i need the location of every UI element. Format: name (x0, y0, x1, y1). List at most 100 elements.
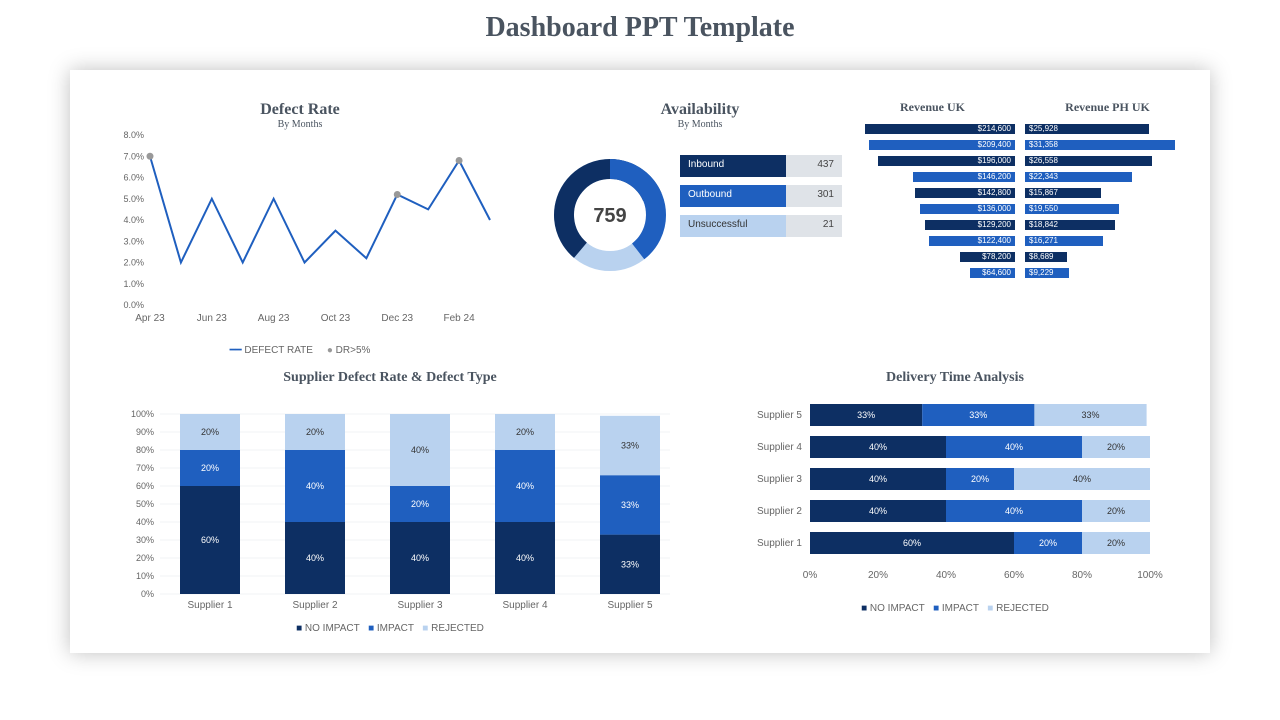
revenue-bar: $122,400 (850, 235, 1015, 247)
revenue-bar: $8,689 (1025, 251, 1190, 263)
svg-text:30%: 30% (136, 535, 154, 545)
svg-text:Aug 23: Aug 23 (258, 313, 290, 324)
svg-text:Supplier 5: Supplier 5 (757, 410, 802, 421)
revenue-bar: $214,600 (850, 123, 1015, 135)
svg-text:20%: 20% (411, 499, 429, 509)
availability-donut: 759 (550, 155, 670, 275)
svg-text:5.0%: 5.0% (123, 194, 144, 204)
svg-text:20%: 20% (1107, 442, 1125, 452)
svg-text:6.0%: 6.0% (123, 173, 144, 183)
avail-subtitle: By Months (550, 119, 850, 130)
svg-text:Supplier 3: Supplier 3 (397, 600, 442, 611)
delivery-stacked-svg: Supplier 5 33% 33% 33% Supplier 4 40% 40% 20% Su… (730, 394, 1180, 594)
svg-text:Supplier 5: Supplier 5 (607, 600, 652, 611)
svg-text:40%: 40% (306, 553, 324, 563)
svg-text:20%: 20% (306, 427, 324, 437)
svg-text:40%: 40% (869, 506, 887, 516)
page-title: Dashboard PPT Template (0, 0, 1280, 48)
revenue-bar: $146,200 (850, 171, 1015, 183)
revenue-bar: $26,558 (1025, 155, 1190, 167)
supplier-legend-0: NO IMPACT (305, 623, 360, 634)
svg-text:10%: 10% (136, 571, 154, 581)
svg-text:Jun 23: Jun 23 (197, 313, 227, 324)
revenue-bar: $64,600 (850, 267, 1015, 279)
svg-text:Supplier 4: Supplier 4 (502, 600, 547, 611)
svg-text:20%: 20% (136, 553, 154, 563)
availability-row: Inbound437 (680, 155, 850, 177)
chart-delivery-time: Delivery Time Analysis Supplier 533%33%3… (730, 370, 1180, 640)
revenue-bar: $18,842 (1025, 219, 1190, 231)
supplier-legend-2: REJECTED (431, 623, 484, 634)
svg-text:Supplier 4: Supplier 4 (757, 442, 802, 453)
revenue-bar: $31,358 (1025, 139, 1190, 151)
svg-text:100%: 100% (1137, 570, 1163, 581)
chart-availability: Availability By Months 759 Inbound437 Out… (550, 100, 850, 300)
delivery-legend-2: REJECTED (996, 603, 1049, 614)
svg-text:0%: 0% (803, 570, 818, 581)
svg-text:60%: 60% (903, 538, 921, 548)
supplier-title: Supplier Defect Rate & Defect Type (110, 370, 670, 386)
svg-text:40%: 40% (1073, 474, 1091, 484)
svg-text:40%: 40% (411, 445, 429, 455)
revenue-bar: $136,000 (850, 203, 1015, 215)
svg-text:40%: 40% (306, 481, 324, 491)
delivery-legend: ■ NO IMPACT ■ IMPACT ■ REJECTED (730, 603, 1180, 614)
defect-legend: ━━ DEFECT RATE ● DR>5% (100, 345, 500, 356)
svg-text:Apr 23: Apr 23 (135, 313, 165, 324)
svg-text:33%: 33% (1081, 410, 1099, 420)
svg-text:8.0%: 8.0% (123, 130, 144, 140)
svg-text:40%: 40% (411, 553, 429, 563)
revenue-bar: $19,550 (1025, 203, 1190, 215)
defect-line-svg: 0.0%1.0%2.0%3.0%4.0%5.0%6.0%7.0%8.0% Apr… (100, 130, 500, 340)
chart-supplier-defect: Supplier Defect Rate & Defect Type 0% 10%… (110, 370, 670, 640)
revenue-bar: $22,343 (1025, 171, 1190, 183)
revenue-bar: $9,229 (1025, 267, 1190, 279)
svg-text:2.0%: 2.0% (123, 258, 144, 268)
defect-subtitle: By Months (100, 119, 500, 130)
availability-row: Outbound301 (680, 185, 850, 207)
avail-title: Availability (550, 100, 850, 119)
svg-text:40%: 40% (1005, 506, 1023, 516)
svg-text:33%: 33% (621, 441, 639, 451)
delivery-legend-1: IMPACT (942, 603, 979, 614)
svg-text:40%: 40% (1005, 442, 1023, 452)
svg-text:40%: 40% (516, 553, 534, 563)
svg-text:Supplier 3: Supplier 3 (757, 474, 802, 485)
revenue-bar: $16,271 (1025, 235, 1190, 247)
defect-legend-line: DEFECT RATE (244, 345, 313, 356)
svg-text:33%: 33% (621, 559, 639, 569)
revenue-bar: $78,200 (850, 251, 1015, 263)
svg-text:0.0%: 0.0% (123, 300, 144, 310)
svg-text:Supplier 1: Supplier 1 (187, 600, 232, 611)
chart-defect-rate: Defect Rate By Months 0.0%1.0%2.0%3.0%4.… (100, 100, 500, 340)
svg-text:20%: 20% (1107, 506, 1125, 516)
svg-text:20%: 20% (201, 463, 219, 473)
svg-text:20%: 20% (201, 427, 219, 437)
svg-text:0%: 0% (141, 589, 154, 599)
svg-text:80%: 80% (1072, 570, 1092, 581)
svg-text:90%: 90% (136, 427, 154, 437)
svg-text:40%: 40% (869, 442, 887, 452)
chart-revenue-uk: Revenue UK $214,600$209,400$196,000$146,… (850, 100, 1015, 283)
revenue-bar: $196,000 (850, 155, 1015, 167)
svg-text:33%: 33% (621, 500, 639, 510)
availability-row: Unsuccessful21 (680, 215, 850, 237)
supplier-legend: ■ NO IMPACT ■ IMPACT ■ REJECTED (110, 623, 670, 634)
chart-revenue-ph-uk: Revenue PH UK $25,928 $31,358 $26,558 $22,3… (1025, 100, 1190, 283)
svg-text:20%: 20% (516, 427, 534, 437)
svg-text:33%: 33% (969, 410, 987, 420)
svg-text:33%: 33% (857, 410, 875, 420)
svg-text:20%: 20% (1107, 538, 1125, 548)
svg-text:70%: 70% (136, 463, 154, 473)
donut-center-value: 759 (593, 205, 626, 227)
svg-text:1.0%: 1.0% (123, 279, 144, 289)
svg-text:50%: 50% (136, 499, 154, 509)
svg-text:Dec 23: Dec 23 (381, 313, 413, 324)
svg-text:Supplier 1: Supplier 1 (757, 538, 802, 549)
svg-text:40%: 40% (136, 517, 154, 527)
svg-text:Supplier 2: Supplier 2 (292, 600, 337, 611)
revenue-bar: $25,928 (1025, 123, 1190, 135)
svg-text:4.0%: 4.0% (123, 215, 144, 225)
revenue-bar: $209,400 (850, 139, 1015, 151)
revenue-ph-title: Revenue PH UK (1025, 100, 1190, 115)
